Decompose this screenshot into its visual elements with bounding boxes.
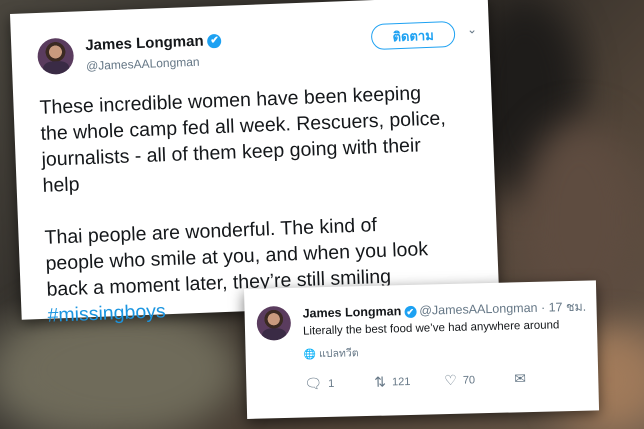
direct-message-action[interactable]: ✉ xyxy=(514,370,532,387)
main-tweet-card: James Longman ✔ @JamesAALongman ติดตาม ⌄ … xyxy=(10,0,500,327)
avatar[interactable] xyxy=(36,37,75,75)
author-header: James Longman ✔ xyxy=(85,32,222,54)
like-action[interactable]: ♡ 70 xyxy=(444,371,475,389)
reply-action[interactable]: 🗨 1 xyxy=(304,375,334,393)
reply-tweet-card: James Longman ✔ @JamesAALongman · 17 ชม. L… xyxy=(244,280,600,419)
verified-icon: ✔ xyxy=(207,33,222,49)
author-name[interactable]: James Longman xyxy=(302,304,401,320)
timestamp[interactable]: · 17 ชม. xyxy=(541,300,587,315)
globe-icon: 🌐 xyxy=(303,349,317,361)
verified-icon: ✔ xyxy=(404,305,417,318)
like-count: 70 xyxy=(462,374,476,387)
chevron-down-icon[interactable]: ⌄ xyxy=(467,22,478,36)
follow-button[interactable]: ติดตาม xyxy=(370,20,456,51)
translate-tweet-link[interactable]: 🌐 แปลทวีต xyxy=(303,344,358,362)
author-name[interactable]: James Longman xyxy=(85,33,204,55)
avatar[interactable] xyxy=(256,305,292,341)
author-handle[interactable]: @JamesAALongman xyxy=(86,55,200,73)
reply-count: 1 xyxy=(327,377,335,390)
heart-icon: ♡ xyxy=(444,371,458,389)
retweet-action[interactable]: ⇅ 121 xyxy=(374,373,410,391)
retweet-icon: ⇅ xyxy=(374,373,387,390)
action-bar: 🗨 1 ⇅ 121 ♡ 70 ✉ xyxy=(304,369,584,394)
reply-icon: 🗨 xyxy=(304,375,323,392)
translate-label: แปลทวีต xyxy=(318,347,359,361)
retweet-count: 121 xyxy=(391,375,411,389)
author-handle[interactable]: @JamesAALongman xyxy=(419,301,538,318)
envelope-icon: ✉ xyxy=(514,370,527,387)
